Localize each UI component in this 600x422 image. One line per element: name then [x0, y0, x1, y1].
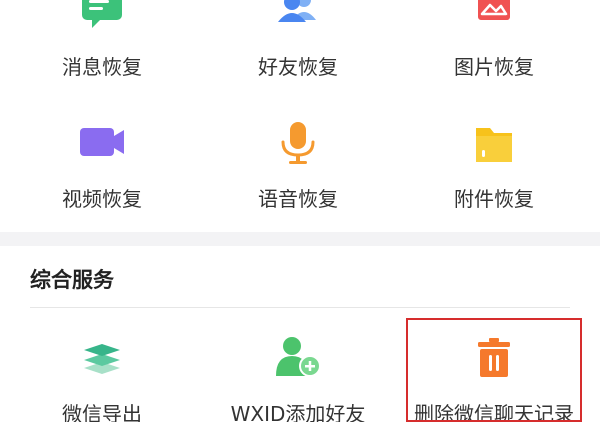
wxid-add-friend-button[interactable]: WXID添加好友 — [200, 322, 396, 422]
video-icon — [74, 122, 130, 170]
microphone-icon — [270, 122, 326, 170]
message-recovery-label: 消息恢复 — [62, 55, 142, 79]
voice-recovery-label: 语音恢复 — [258, 187, 338, 211]
video-recovery-label: 视频恢复 — [62, 187, 142, 211]
attachment-recovery-button[interactable]: 附件恢复 — [396, 118, 592, 228]
recovery-card: 消息恢复 好友恢复 图片恢复 视频恢复 语音恢复 附件恢复 — [0, 0, 600, 232]
layers-icon — [74, 336, 130, 384]
friends-recovery-button[interactable]: 好友恢复 — [200, 0, 396, 79]
trash-icon — [466, 336, 522, 384]
image-recovery-button[interactable]: 图片恢复 — [396, 0, 592, 79]
delete-chat-history-label: 删除微信聊天记录 — [414, 402, 574, 422]
wxid-add-friend-label: WXID添加好友 — [230, 402, 366, 422]
video-recovery-button[interactable]: 视频恢复 — [4, 118, 200, 228]
delete-chat-history-button[interactable]: 删除微信聊天记录 — [396, 322, 592, 422]
voice-recovery-button[interactable]: 语音恢复 — [200, 118, 396, 228]
message-icon — [74, 0, 130, 40]
message-recovery-button[interactable]: 消息恢复 — [4, 0, 200, 79]
section-divider — [30, 307, 570, 308]
section-separator — [0, 232, 600, 246]
add-friend-icon — [270, 336, 326, 384]
image-icon — [466, 0, 522, 40]
friends-recovery-label: 好友恢复 — [258, 55, 338, 79]
friends-icon — [270, 0, 326, 40]
attachment-recovery-label: 附件恢复 — [454, 187, 534, 211]
folder-icon — [466, 122, 522, 170]
services-section-title: 综合服务 — [30, 268, 114, 292]
wechat-export-button[interactable]: 微信导出 — [4, 322, 200, 422]
wechat-export-label: 微信导出 — [62, 402, 142, 422]
image-recovery-label: 图片恢复 — [454, 55, 534, 79]
